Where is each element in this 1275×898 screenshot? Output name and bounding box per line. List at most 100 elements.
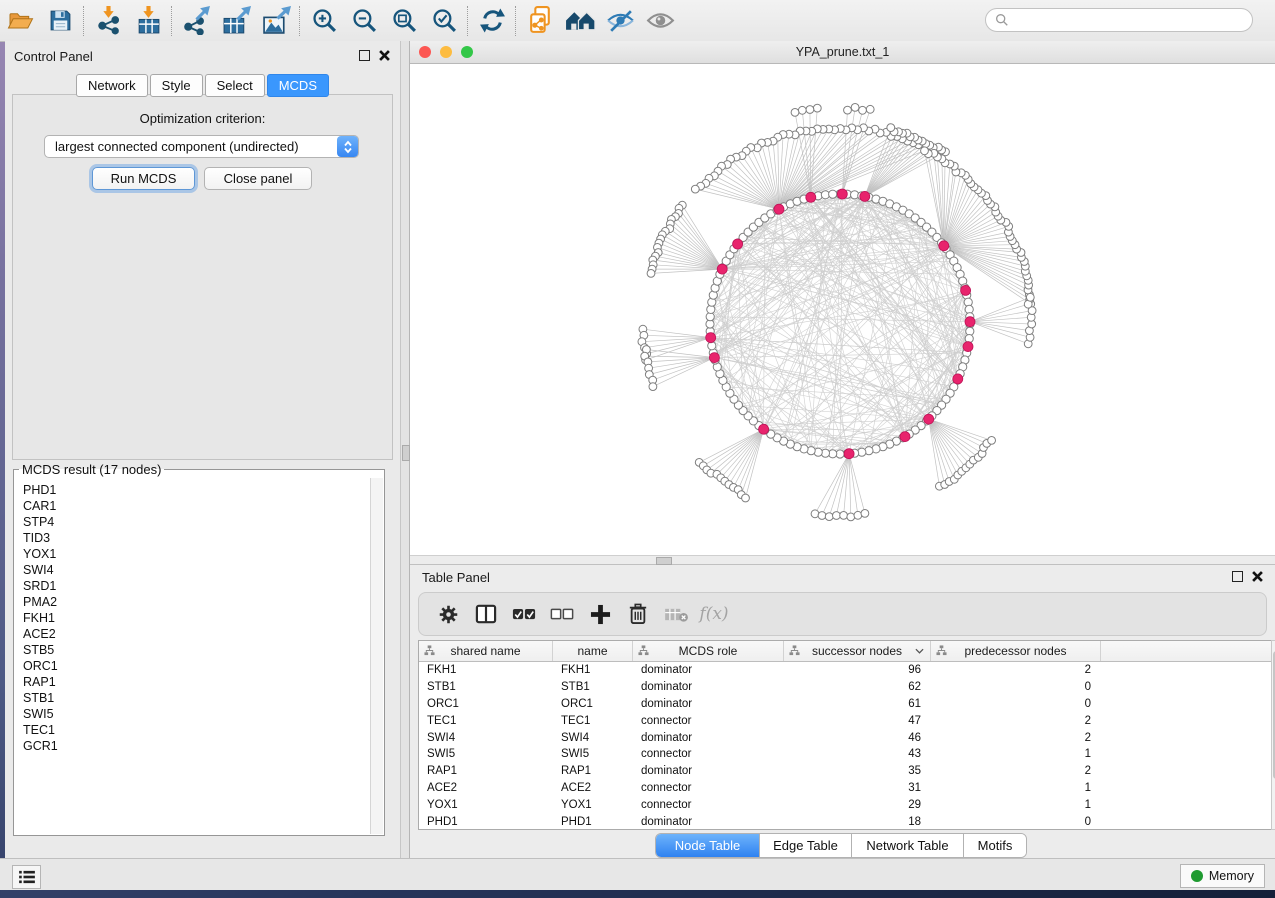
- cell-predecessor_nodes: 0: [931, 696, 1101, 713]
- mcds-result-item[interactable]: CAR1: [23, 498, 371, 514]
- cell-mcds_role: dominator: [633, 679, 784, 696]
- column-settings-gear-icon[interactable]: [431, 597, 465, 631]
- zoom-selected-icon[interactable]: [424, 4, 464, 38]
- mcds-result-item[interactable]: SWI5: [23, 706, 371, 722]
- mcds-result-item[interactable]: STB5: [23, 642, 371, 658]
- table-row[interactable]: ACE2ACE2connector311: [419, 780, 1271, 797]
- column-header-shared_name[interactable]: shared name: [419, 641, 553, 661]
- float-panel-icon[interactable]: [359, 50, 370, 61]
- cell-shared_name: TEC1: [419, 712, 553, 729]
- cell-filler: [1101, 813, 1271, 830]
- zoom-out-icon[interactable]: [344, 4, 384, 38]
- tab-node-table[interactable]: Node Table: [656, 834, 760, 857]
- table-row[interactable]: FKH1FKH1dominator962: [419, 662, 1271, 679]
- select-all-checkboxes-icon[interactable]: [507, 597, 541, 631]
- desktop-wallpaper-strip: [0, 890, 1275, 898]
- optimization-criterion-select[interactable]: largest connected component (undirected): [44, 135, 359, 158]
- cell-mcds_role: dominator: [633, 696, 784, 713]
- table-panel: Table Panel f(x) share: [410, 565, 1275, 858]
- column-header-filler: [1101, 641, 1271, 661]
- vertical-splitter[interactable]: [400, 41, 410, 858]
- mcds-result-item[interactable]: STB1: [23, 690, 371, 706]
- column-header-mcds_role[interactable]: MCDS role: [633, 641, 784, 661]
- deselect-all-checkboxes-icon[interactable]: [545, 597, 579, 631]
- mcds-result-item[interactable]: YOX1: [23, 546, 371, 562]
- cell-successor_nodes: 61: [784, 696, 931, 713]
- horizontal-splitter[interactable]: [410, 555, 1275, 565]
- column-header-name[interactable]: name: [553, 641, 633, 661]
- hide-selected-icon[interactable]: [600, 4, 640, 38]
- mcds-result-item[interactable]: SWI4: [23, 562, 371, 578]
- close-panel-icon[interactable]: [1252, 571, 1263, 582]
- table-row[interactable]: YOX1YOX1connector291: [419, 796, 1271, 813]
- mcds-result-item[interactable]: GCR1: [23, 738, 371, 754]
- mcds-result-item[interactable]: TEC1: [23, 722, 371, 738]
- mcds-result-item[interactable]: PMA2: [23, 594, 371, 610]
- mcds-result-scrollbar[interactable]: [370, 478, 383, 834]
- network-window-titlebar[interactable]: YPA_prune.txt_1: [410, 41, 1275, 64]
- search-box[interactable]: [985, 8, 1253, 32]
- tab-network[interactable]: Network: [76, 74, 148, 97]
- zoom-in-icon[interactable]: [304, 4, 344, 38]
- export-table-icon[interactable]: [216, 4, 256, 38]
- mcds-result-item[interactable]: PHD1: [23, 482, 371, 498]
- close-panel-icon[interactable]: [379, 50, 390, 61]
- tab-edge-table[interactable]: Edge Table: [760, 834, 852, 857]
- table-row[interactable]: SWI4SWI4dominator462: [419, 729, 1271, 746]
- memory-button[interactable]: Memory: [1180, 864, 1265, 888]
- mcds-result-item[interactable]: FKH1: [23, 610, 371, 626]
- refresh-icon[interactable]: [472, 4, 512, 38]
- column-type-icon: [638, 645, 649, 656]
- show-all-icon[interactable]: [640, 4, 680, 38]
- table-row[interactable]: ORC1ORC1dominator610: [419, 696, 1271, 713]
- tab-select[interactable]: Select: [205, 74, 265, 97]
- control-panel: Control Panel NetworkStyleSelectMCDS Opt…: [5, 41, 400, 858]
- mcds-result-item[interactable]: RAP1: [23, 674, 371, 690]
- splitter-handle[interactable]: [402, 445, 410, 461]
- home-layouts-icon[interactable]: [560, 4, 600, 38]
- close-panel-button[interactable]: Close panel: [204, 167, 312, 190]
- table-row[interactable]: RAP1RAP1dominator352: [419, 763, 1271, 780]
- export-network-icon[interactable]: [176, 4, 216, 38]
- network-canvas[interactable]: [410, 64, 1275, 555]
- mcds-result-group: MCDS result (17 nodes) PHD1CAR1STP4TID3Y…: [13, 462, 385, 836]
- float-panel-icon[interactable]: [1232, 571, 1243, 582]
- search-input[interactable]: [1014, 12, 1252, 28]
- table-row[interactable]: SWI5SWI5connector431: [419, 746, 1271, 763]
- splitter-handle[interactable]: [656, 557, 672, 565]
- export-image-icon[interactable]: [256, 4, 296, 38]
- mcds-result-item[interactable]: ORC1: [23, 658, 371, 674]
- tab-style[interactable]: Style: [150, 74, 203, 97]
- mcds-result-item[interactable]: STP4: [23, 514, 371, 530]
- add-column-icon[interactable]: [583, 597, 617, 631]
- show-columns-icon[interactable]: [469, 597, 503, 631]
- mcds-result-item[interactable]: TID3: [23, 530, 371, 546]
- mcds-result-list[interactable]: PHD1CAR1STP4TID3YOX1SWI4SRD1PMA2FKH1ACE2…: [15, 478, 371, 834]
- mcds-result-item[interactable]: ACE2: [23, 626, 371, 642]
- duplicate-network-icon[interactable]: [520, 4, 560, 38]
- tab-mcds[interactable]: MCDS: [267, 74, 329, 97]
- mcds-result-item[interactable]: SRD1: [23, 578, 371, 594]
- import-table-icon[interactable]: [128, 4, 168, 38]
- delete-column-trash-icon[interactable]: [621, 597, 655, 631]
- table-row[interactable]: TEC1TEC1connector472: [419, 712, 1271, 729]
- show-panels-list-button[interactable]: [12, 865, 41, 889]
- column-label: shared name: [450, 644, 520, 658]
- run-mcds-button[interactable]: Run MCDS: [92, 167, 195, 190]
- table-row[interactable]: STB1STB1dominator620: [419, 679, 1271, 696]
- zoom-fit-icon[interactable]: [384, 4, 424, 38]
- save-session-icon[interactable]: [40, 4, 80, 38]
- table-vertical-scrollbar[interactable]: [1271, 640, 1275, 830]
- column-type-icon: [936, 645, 947, 656]
- column-header-successor_nodes[interactable]: successor nodes: [784, 641, 931, 661]
- network-graph: [410, 64, 1275, 555]
- tab-motifs[interactable]: Motifs: [964, 834, 1026, 857]
- cell-shared_name: STB1: [419, 679, 553, 696]
- import-network-icon[interactable]: [88, 4, 128, 38]
- table-row[interactable]: PHD1PHD1dominator180: [419, 813, 1271, 830]
- open-file-icon[interactable]: [0, 4, 40, 38]
- tab-network-table[interactable]: Network Table: [852, 834, 964, 857]
- column-type-icon: [789, 645, 800, 656]
- cell-mcds_role: dominator: [633, 662, 784, 679]
- column-header-predecessor_nodes[interactable]: predecessor nodes: [931, 641, 1101, 661]
